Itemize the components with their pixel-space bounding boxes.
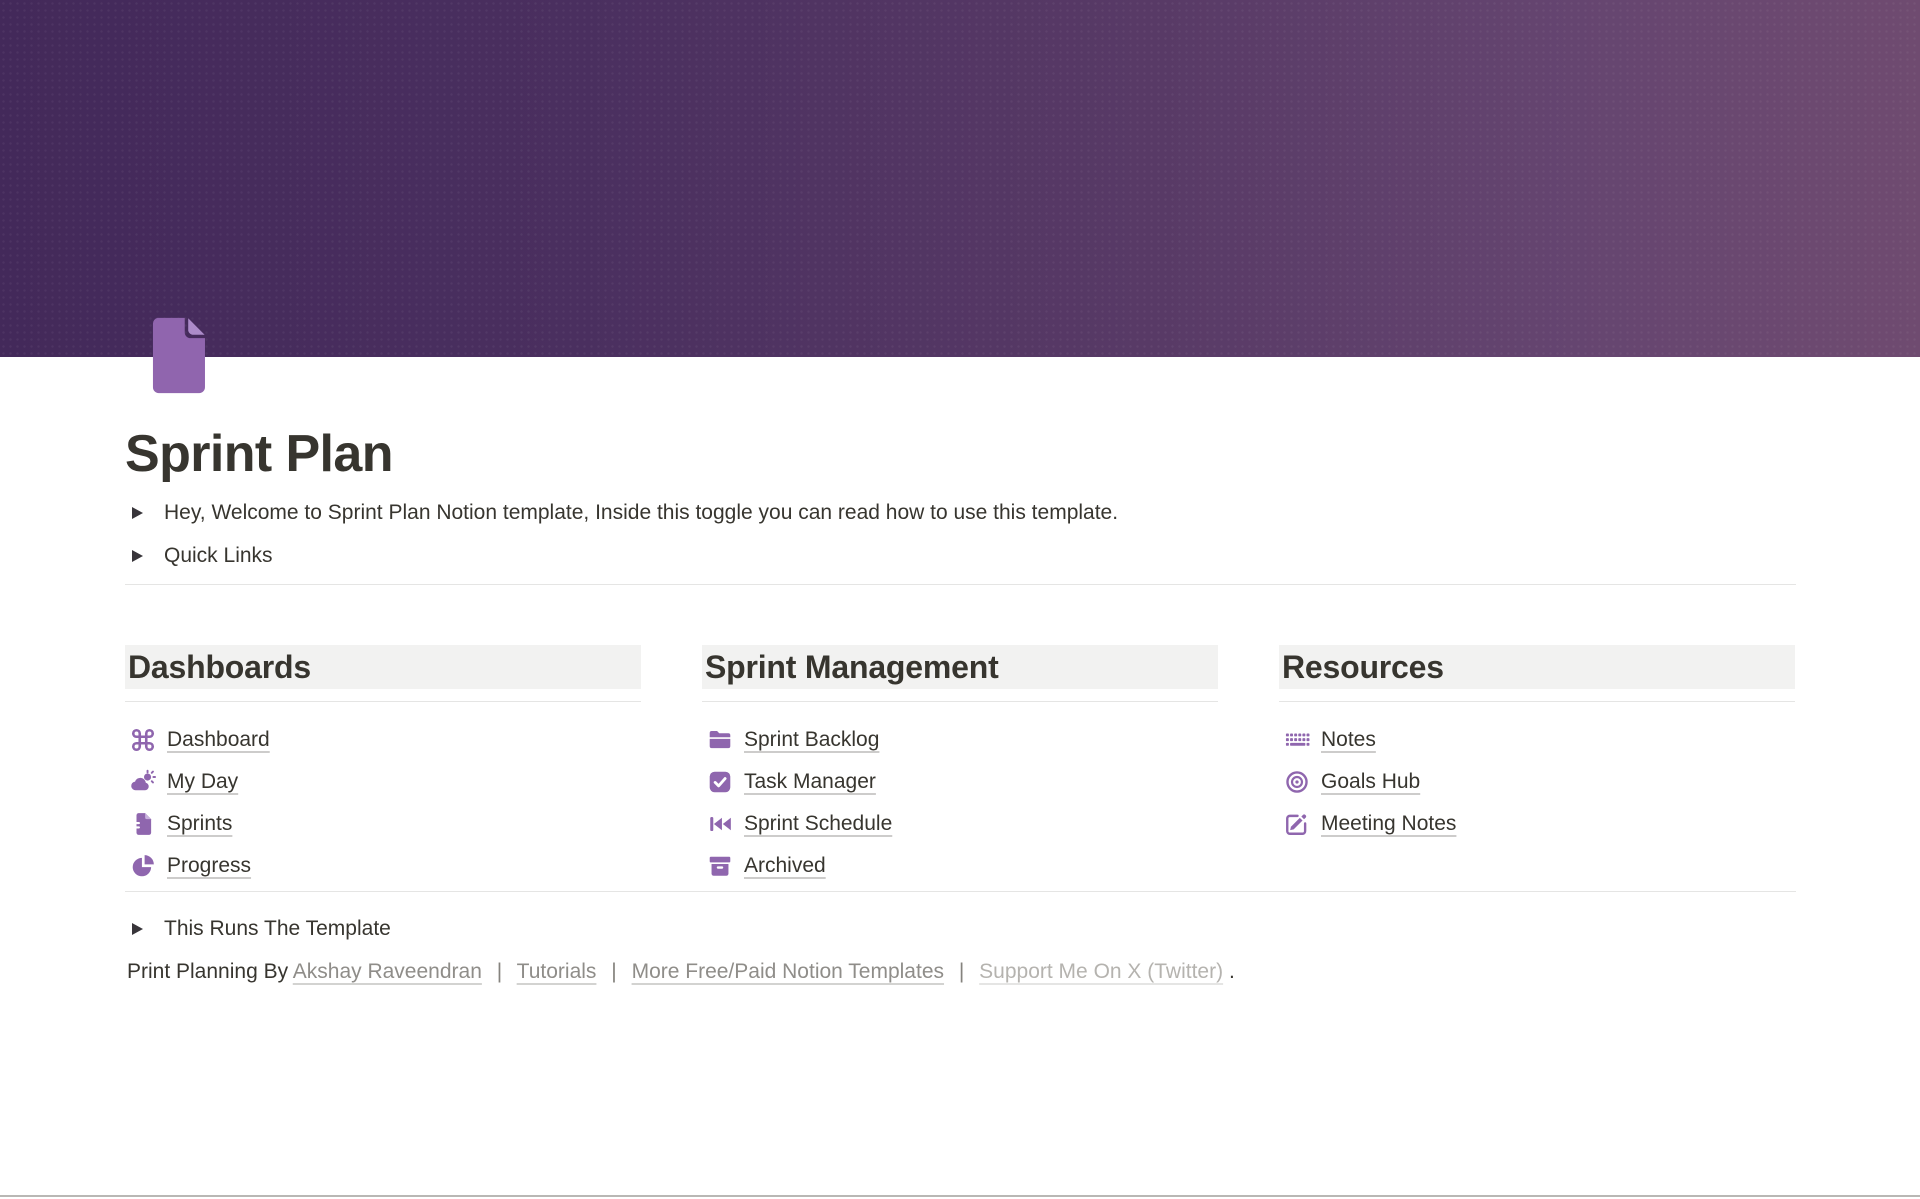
footer-link-author[interactable]: Akshay Raveendran <box>293 960 482 983</box>
divider <box>125 891 1796 892</box>
toggle-quick-links-label: Quick Links <box>164 544 273 568</box>
toggle-welcome[interactable]: Hey, Welcome to Sprint Plan Notion templ… <box>125 492 1118 534</box>
page-link-archived[interactable]: Archived <box>702 845 1218 887</box>
toggle-runs-template[interactable]: This Runs The Template <box>125 908 391 950</box>
toggle-welcome-label: Hey, Welcome to Sprint Plan Notion templ… <box>164 501 1118 525</box>
cover-image <box>0 0 1920 357</box>
divider <box>702 701 1218 702</box>
page-link-sprint-schedule[interactable]: Sprint Schedule <box>702 803 1218 845</box>
page-link-sprints[interactable]: Sprints <box>125 803 641 845</box>
page-link-label: Task Manager <box>744 770 876 794</box>
page-link-label: Dashboard <box>167 728 270 752</box>
column-resources: Resources Notes <box>1279 645 1795 887</box>
page-link-goals-hub[interactable]: Goals Hub <box>1279 761 1795 803</box>
rewind-icon <box>707 811 733 837</box>
page-link-label: Sprint Backlog <box>744 728 879 752</box>
toggle-triangle-icon[interactable] <box>132 550 143 562</box>
toggle-triangle-icon[interactable] <box>132 507 143 519</box>
divider <box>125 701 641 702</box>
page-link-meeting-notes[interactable]: Meeting Notes <box>1279 803 1795 845</box>
divider <box>125 584 1796 585</box>
page-link-label: Sprints <box>167 812 232 836</box>
page-link-task-manager[interactable]: Task Manager <box>702 761 1218 803</box>
footer-link-templates[interactable]: More Free/Paid Notion Templates <box>632 960 944 983</box>
column-header-sprint-management: Sprint Management <box>702 645 1218 689</box>
document-icon <box>130 811 156 837</box>
page-link-notes[interactable]: Notes <box>1279 719 1795 761</box>
link-list: Dashboard <box>125 719 641 887</box>
archive-box-icon <box>707 853 733 879</box>
page-link-label: Sprint Schedule <box>744 812 892 836</box>
checkbox-icon <box>707 769 733 795</box>
page-link-label: Progress <box>167 854 251 878</box>
page-link-label: Archived <box>744 854 826 878</box>
divider <box>1279 701 1795 702</box>
sun-behind-cloud-icon <box>130 769 156 795</box>
folder-icon <box>707 727 733 753</box>
page-link-label: Notes <box>1321 728 1376 752</box>
separator: | <box>959 960 964 983</box>
page-link-label: Meeting Notes <box>1321 812 1456 836</box>
page-link-label: My Day <box>167 770 238 794</box>
footer-link-tutorials[interactable]: Tutorials <box>517 960 597 983</box>
command-icon <box>130 727 156 753</box>
page-link-label: Goals Hub <box>1321 770 1420 794</box>
document-icon <box>145 316 211 395</box>
toggle-quick-links[interactable]: Quick Links <box>125 535 273 577</box>
link-list: Sprint Backlog Task Manager <box>702 719 1218 887</box>
pie-chart-icon <box>130 853 156 879</box>
column-sprint-management: Sprint Management Sprint Backlog <box>702 645 1218 887</box>
separator: | <box>611 960 616 983</box>
page-link-dashboard[interactable]: Dashboard <box>125 719 641 761</box>
footer-link-twitter[interactable]: Support Me On X (Twitter) <box>979 960 1223 983</box>
page-link-sprint-backlog[interactable]: Sprint Backlog <box>702 719 1218 761</box>
columns-section: Dashboards Dashboard <box>125 645 1796 887</box>
toggle-triangle-icon[interactable] <box>132 923 143 935</box>
column-dashboards: Dashboards Dashboard <box>125 645 641 887</box>
footer-credits: Print Planning By Akshay Raveendran | Tu… <box>127 955 1235 989</box>
notion-page: Sprint Plan Hey, Welcome to Sprint Plan … <box>0 0 1920 1199</box>
keyboard-icon <box>1284 727 1310 753</box>
target-icon <box>1284 769 1310 795</box>
column-header-dashboards: Dashboards <box>125 645 641 689</box>
page-icon-document[interactable] <box>145 316 211 395</box>
toggle-runs-template-label: This Runs The Template <box>164 917 391 941</box>
page-title: Sprint Plan <box>125 426 393 483</box>
page-link-my-day[interactable]: My Day <box>125 761 641 803</box>
footer-prefix: Print Planning By <box>127 960 293 983</box>
page-link-progress[interactable]: Progress <box>125 845 641 887</box>
edit-icon <box>1284 811 1310 837</box>
window-bottom-edge <box>0 1195 1920 1197</box>
link-list: Notes Goals Hub <box>1279 719 1795 845</box>
column-header-resources: Resources <box>1279 645 1795 689</box>
footer-suffix: . <box>1229 960 1235 983</box>
separator: | <box>497 960 502 983</box>
